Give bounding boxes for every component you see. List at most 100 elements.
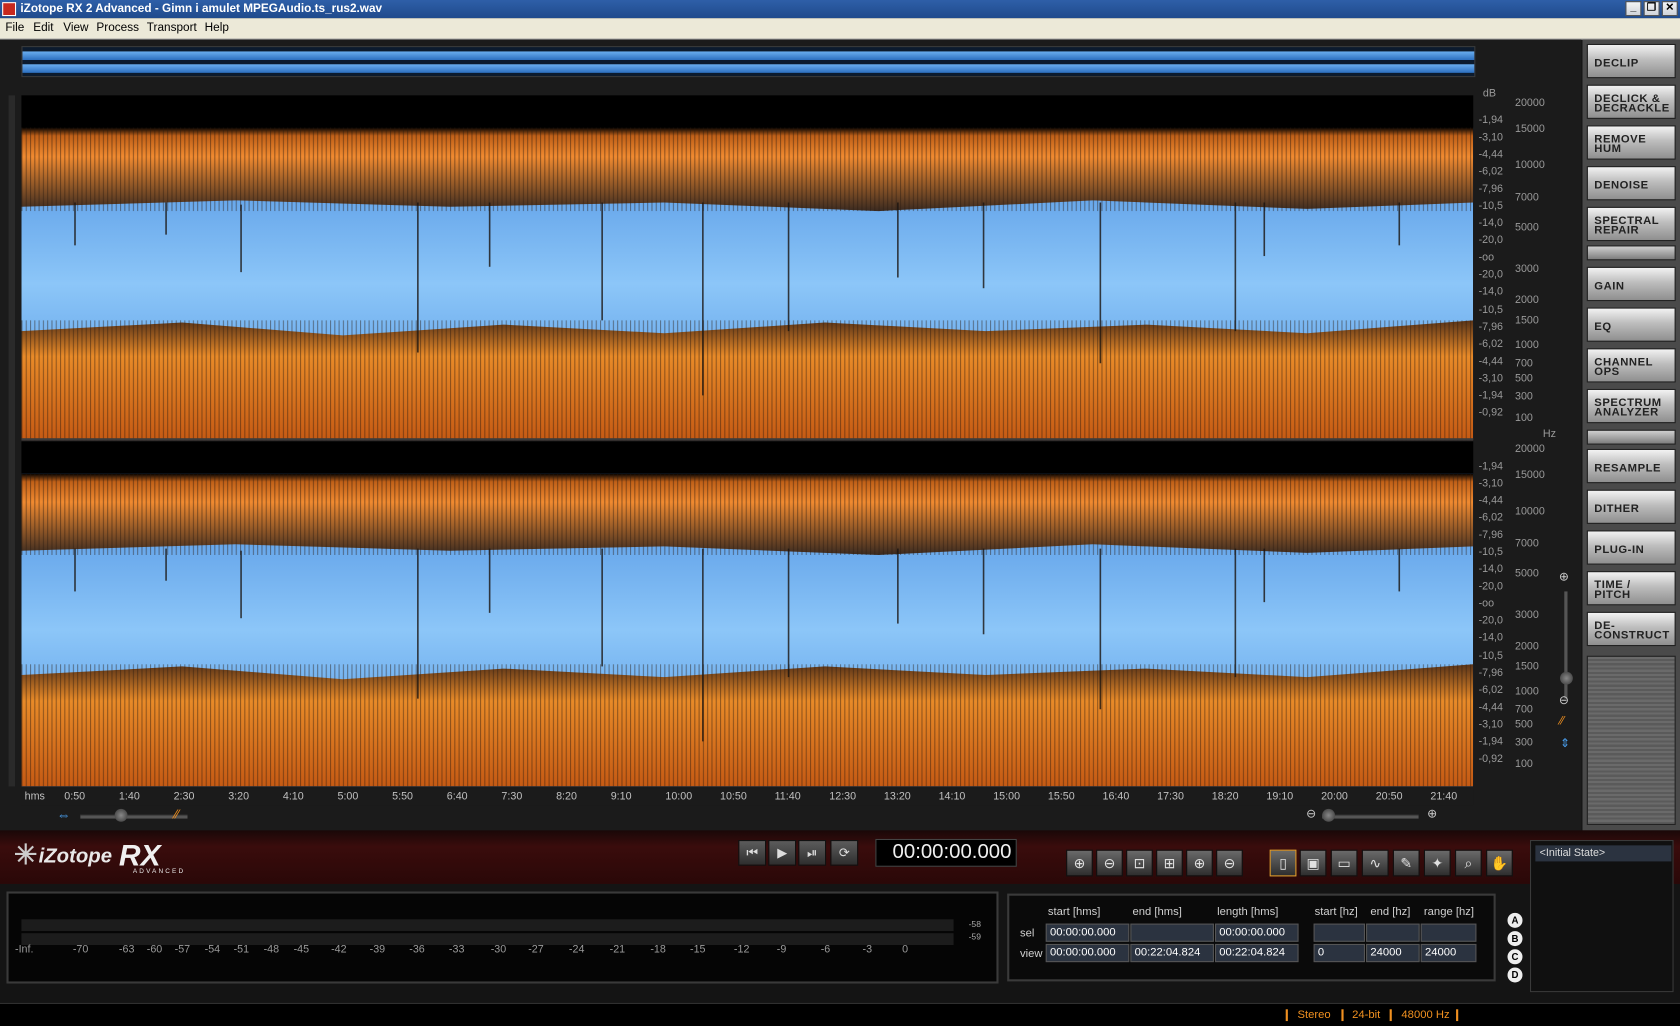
waveform-overview[interactable]	[21, 46, 1476, 78]
module-remove-hum-button[interactable]: REMOVE HUM	[1586, 125, 1676, 160]
module-resample-button[interactable]: RESAMPLE	[1586, 448, 1676, 484]
header-start-hms: start [hms]	[1047, 905, 1101, 919]
frequency-zoom-knob[interactable]	[1560, 671, 1573, 685]
status-divider	[1285, 1009, 1288, 1022]
db-tick-label: -3,10	[1478, 718, 1503, 731]
db-tick-label: -20,0	[1478, 268, 1503, 281]
hand-tool[interactable]: ✋	[1486, 849, 1513, 877]
zoom-in-time-tool[interactable]: ⊕	[1066, 849, 1093, 877]
menu-process[interactable]: Process	[96, 21, 139, 34]
db-tick-label: -14,0	[1478, 632, 1503, 644]
amplitude-zoom-slider[interactable]	[80, 814, 188, 819]
zoom-fit-tool[interactable]: ⊞	[1156, 849, 1183, 877]
go-to-start-button[interactable]: ⏮	[738, 840, 767, 866]
meter-tick-label: -42	[331, 943, 347, 956]
frequency-selection-tool[interactable]: ▭	[1330, 849, 1358, 877]
channel-left-display[interactable]	[21, 95, 1474, 441]
time-tick-label: 20:00	[1321, 790, 1348, 803]
play-button[interactable]: ▶	[768, 840, 797, 866]
meter-tick-label: -3	[862, 943, 873, 956]
frequency-zoom-control[interactable]: ⊕ ⊖ ⁄⁄ ⇕	[1556, 570, 1577, 774]
lasso-tool[interactable]: ∿	[1361, 849, 1389, 877]
module-gain-button[interactable]: GAIN	[1586, 266, 1676, 302]
zoom-out-time-tool[interactable]: ⊖	[1096, 849, 1123, 877]
module-deconstruct-button[interactable]: DE- CONSTRUCT	[1586, 611, 1676, 647]
maximize-button[interactable]: ❐	[1643, 1, 1660, 17]
menu-file[interactable]: File	[5, 21, 24, 34]
compare-a-button[interactable]: A	[1507, 912, 1523, 928]
channel-right-display[interactable]	[21, 441, 1474, 787]
view-end-hms[interactable]: 00:22:04.824	[1130, 943, 1214, 963]
frequency-zoom-in-icon[interactable]: ⊕	[1559, 570, 1569, 584]
module-declip-button[interactable]: DECLIP	[1586, 43, 1676, 79]
zoom-in-icon[interactable]: ⊕	[1427, 807, 1437, 821]
status-divider	[1341, 1009, 1344, 1022]
zoom-selection-tool[interactable]: ⊡	[1126, 849, 1153, 877]
sel-length-hms[interactable]: 00:00:00.000	[1215, 923, 1299, 942]
menu-transport[interactable]: Transport	[147, 21, 197, 34]
module-dither-button[interactable]: DITHER	[1586, 489, 1676, 524]
minimize-button[interactable]: _	[1625, 1, 1642, 17]
module-channel-ops-button[interactable]: CHANNEL OPS	[1586, 348, 1676, 383]
loop-button[interactable]: ⟳	[830, 840, 859, 866]
brush-tool[interactable]: ✎	[1392, 849, 1420, 877]
frequency-zoom-out-icon[interactable]: ⊖	[1559, 693, 1569, 707]
db-tick-label: -4,44	[1478, 495, 1503, 507]
undo-initial-state[interactable]: <Initial State>	[1535, 845, 1672, 862]
db-unit-label: dB	[1482, 87, 1496, 100]
compare-d-button[interactable]: D	[1507, 967, 1523, 983]
time-zoom-slider[interactable]	[1322, 814, 1419, 819]
db-tick-label: -3,10	[1478, 131, 1503, 144]
time-frequency-selection-tool[interactable]: ▣	[1299, 849, 1327, 877]
module-spectrum-analyzer-button[interactable]: SPECTRUM ANALYZER	[1586, 388, 1676, 424]
zoom-out-icon[interactable]: ⊖	[1306, 807, 1316, 821]
time-selection-tool[interactable]: ▯	[1269, 849, 1297, 877]
view-length-hms[interactable]: 00:22:04.824	[1215, 943, 1299, 963]
zoom-out-frequency-tool[interactable]: ⊖	[1216, 849, 1243, 877]
module-denoise-button[interactable]: DENOISE	[1586, 166, 1676, 201]
sel-start-hms[interactable]: 00:00:00.000	[1045, 923, 1130, 942]
zoom-in-frequency-tool[interactable]: ⊕	[1186, 849, 1213, 877]
frequency-brush-icon[interactable]: ⁄⁄	[1560, 715, 1564, 728]
window-title: iZotope RX 2 Advanced - Gimn i amulet MP…	[20, 2, 383, 16]
sel-end-hz[interactable]	[1366, 923, 1420, 942]
brand-name: iZotope	[38, 845, 113, 868]
brush-icon[interactable]: ⁄⁄	[175, 807, 179, 822]
hz-tick-label: 1500	[1515, 661, 1539, 673]
vertical-scrollbar[interactable]	[8, 95, 16, 787]
time-zoom-knob[interactable]	[1322, 808, 1336, 822]
app-icon[interactable]	[2, 2, 17, 17]
db-tick-label: -1,94	[1478, 114, 1503, 127]
playhead-marker-icon[interactable]: ⇔	[57, 807, 71, 823]
amplitude-zoom-knob[interactable]	[114, 808, 128, 822]
play-selection-button[interactable]: ⏯	[798, 840, 827, 866]
sel-start-hz[interactable]	[1313, 923, 1366, 942]
header-start-hz: start [hz]	[1314, 905, 1358, 919]
time-ruler[interactable]: hms 0:50 1:40 2:30 3:20 4:10 5:00 5:50 6:40 7:30 8…	[21, 788, 1474, 806]
zoom-tool[interactable]: ⌕	[1455, 849, 1482, 877]
menu-help[interactable]: Help	[205, 21, 229, 34]
view-range-hz[interactable]: 24000	[1420, 943, 1477, 963]
meter-tick-label: -48	[263, 943, 280, 956]
magic-wand-tool[interactable]: ✦	[1423, 849, 1451, 877]
status-channels: Stereo	[1297, 1008, 1331, 1022]
db-tick-label: -7,96	[1478, 667, 1503, 680]
sel-range-hz[interactable]	[1420, 923, 1477, 942]
close-button[interactable]: ✕	[1661, 1, 1678, 17]
module-plug-in-button[interactable]: PLUG-IN	[1586, 530, 1676, 565]
module-declick-button[interactable]: DECLICK & DECRACKLE	[1586, 84, 1676, 119]
module-time-pitch-button[interactable]: TIME / PITCH	[1586, 571, 1676, 606]
module-spectral-repair-button[interactable]: SPECTRAL REPAIR	[1586, 206, 1676, 242]
view-start-hz[interactable]: 0	[1313, 943, 1366, 963]
frequency-marker-icon[interactable]: ⇕	[1560, 736, 1570, 750]
module-label: DECLICK & DECRACKLE	[1594, 92, 1670, 115]
module-eq-button[interactable]: EQ	[1586, 307, 1676, 342]
compare-b-button[interactable]: B	[1507, 931, 1523, 947]
time-tick-label: 11:40	[774, 790, 801, 803]
view-end-hz[interactable]: 24000	[1366, 943, 1420, 963]
compare-c-button[interactable]: C	[1507, 949, 1523, 965]
menu-edit[interactable]: Edit	[33, 21, 53, 34]
sel-end-hms[interactable]	[1130, 923, 1214, 942]
menu-view[interactable]: View	[63, 21, 88, 34]
view-start-hms[interactable]: 00:00:00.000	[1045, 943, 1130, 963]
